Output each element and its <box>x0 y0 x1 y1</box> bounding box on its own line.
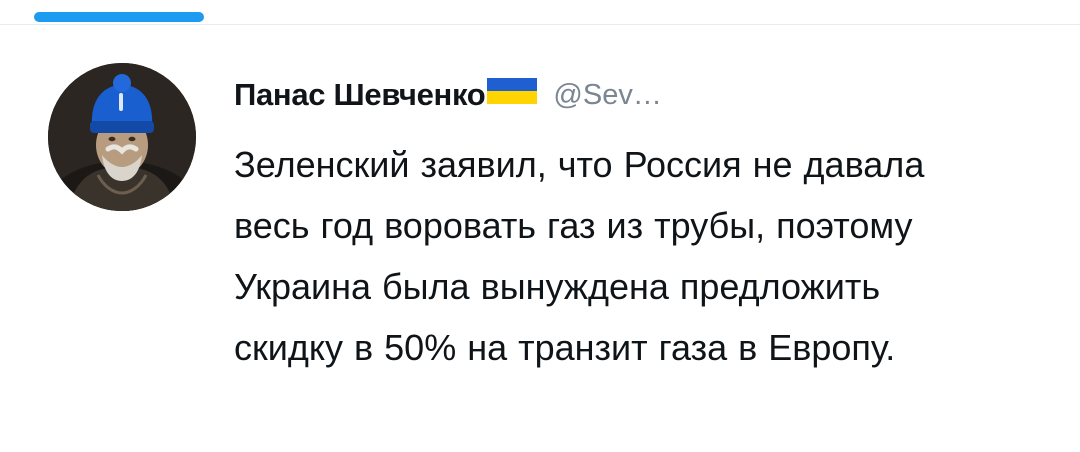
divider <box>0 24 1080 25</box>
author-name[interactable]: Панас Шевченко <box>234 77 486 113</box>
avatar[interactable] <box>48 63 196 211</box>
tweet-header: Панас Шевченко @Sev… <box>234 70 1054 120</box>
tweet-content[interactable]: Панас Шевченко @Sev… Зеленский заявил, ч… <box>234 70 1054 378</box>
tweet-screenshot: Панас Шевченко @Sev… Зеленский заявил, ч… <box>0 0 1080 452</box>
tweet-text: Зеленский заявил, что Россия не давала в… <box>234 144 925 368</box>
avatar-portrait-image <box>48 63 196 211</box>
ukraine-flag-icon <box>487 78 538 104</box>
author-handle[interactable]: @Sev… <box>553 79 661 112</box>
active-tab-indicator[interactable] <box>34 12 204 22</box>
